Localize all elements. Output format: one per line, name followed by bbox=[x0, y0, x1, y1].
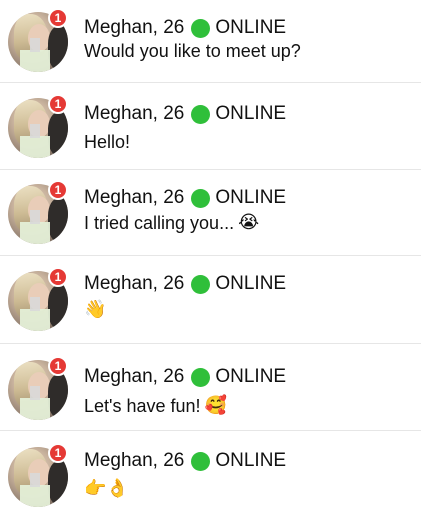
message-preview: Would you like to meet up? bbox=[84, 40, 305, 62]
contact-name: Meghan, 26 bbox=[84, 273, 185, 294]
avatar[interactable]: 1 bbox=[8, 443, 68, 507]
message-text: Let's have fun! bbox=[84, 396, 201, 416]
status-text: ONLINE bbox=[215, 17, 287, 38]
message-preview: I tried calling you... 😭 bbox=[84, 212, 259, 234]
online-status-icon bbox=[191, 451, 211, 471]
message-text: I tried calling you... bbox=[84, 213, 235, 233]
status-text: ONLINE bbox=[215, 187, 287, 208]
smiling-hearts-icon: 🥰 bbox=[204, 395, 227, 416]
avatar[interactable]: 1 bbox=[8, 94, 68, 158]
message-preview: Let's have fun! 🥰 bbox=[84, 395, 227, 417]
chat-row[interactable]: 1 Meghan, 26 ONLINE 👋 bbox=[0, 255, 421, 343]
contact-name: Meghan, 26 bbox=[84, 450, 185, 471]
message-preview: 👉👌 bbox=[84, 480, 129, 498]
message-text: Would you like to meet up? bbox=[84, 41, 301, 61]
chat-row[interactable]: 1 Meghan, 26 ONLINE Let's have fun! 🥰 bbox=[0, 343, 421, 430]
status-text: ONLINE bbox=[215, 103, 287, 124]
online-status-icon bbox=[191, 188, 211, 208]
online-status-icon bbox=[191, 104, 211, 124]
avatar[interactable]: 1 bbox=[8, 8, 68, 72]
unread-badge: 1 bbox=[48, 443, 68, 463]
chat-row[interactable]: 1 Meghan, 26 ONLINE Hello! bbox=[0, 82, 421, 169]
contact-header: Meghan, 26 ONLINE bbox=[84, 366, 286, 388]
online-status-icon bbox=[191, 18, 211, 38]
chat-row[interactable]: 1 Meghan, 26 ONLINE I tried calling you.… bbox=[0, 169, 421, 255]
chat-list: 1 Meghan, 26 ONLINE Would you like to me… bbox=[0, 0, 421, 516]
status-text: ONLINE bbox=[215, 450, 287, 471]
unread-badge: 1 bbox=[48, 8, 68, 28]
unread-badge: 1 bbox=[48, 267, 68, 287]
online-status-icon bbox=[191, 367, 211, 387]
chat-row[interactable]: 1 Meghan, 26 ONLINE 👉👌 bbox=[0, 430, 421, 516]
message-preview: 👋 bbox=[84, 301, 106, 319]
contact-header: Meghan, 26 ONLINE bbox=[84, 450, 286, 472]
contact-name: Meghan, 26 bbox=[84, 17, 185, 38]
online-status-icon bbox=[191, 274, 211, 294]
pointing-ok-hand-icon: 👉👌 bbox=[84, 478, 129, 499]
avatar[interactable]: 1 bbox=[8, 180, 68, 244]
contact-header: Meghan, 26 ONLINE bbox=[84, 17, 286, 39]
avatar[interactable]: 1 bbox=[8, 356, 68, 420]
contact-header: Meghan, 26 ONLINE bbox=[84, 273, 286, 295]
status-text: ONLINE bbox=[215, 273, 287, 294]
message-emoji-icon: 😭 bbox=[238, 212, 260, 233]
message-preview: Hello! bbox=[84, 131, 134, 153]
message-text: Hello! bbox=[84, 132, 131, 152]
unread-badge: 1 bbox=[48, 356, 68, 376]
contact-header: Meghan, 26 ONLINE bbox=[84, 187, 286, 209]
waving-hand-icon: 👋 bbox=[84, 299, 107, 320]
avatar[interactable]: 1 bbox=[8, 267, 68, 331]
status-text: ONLINE bbox=[215, 366, 287, 387]
contact-name: Meghan, 26 bbox=[84, 366, 185, 387]
unread-badge: 1 bbox=[48, 94, 68, 114]
contact-name: Meghan, 26 bbox=[84, 187, 185, 208]
unread-badge: 1 bbox=[48, 180, 68, 200]
contact-header: Meghan, 26 ONLINE bbox=[84, 103, 286, 125]
contact-name: Meghan, 26 bbox=[84, 103, 185, 124]
chat-row[interactable]: 1 Meghan, 26 ONLINE Would you like to me… bbox=[0, 0, 421, 82]
